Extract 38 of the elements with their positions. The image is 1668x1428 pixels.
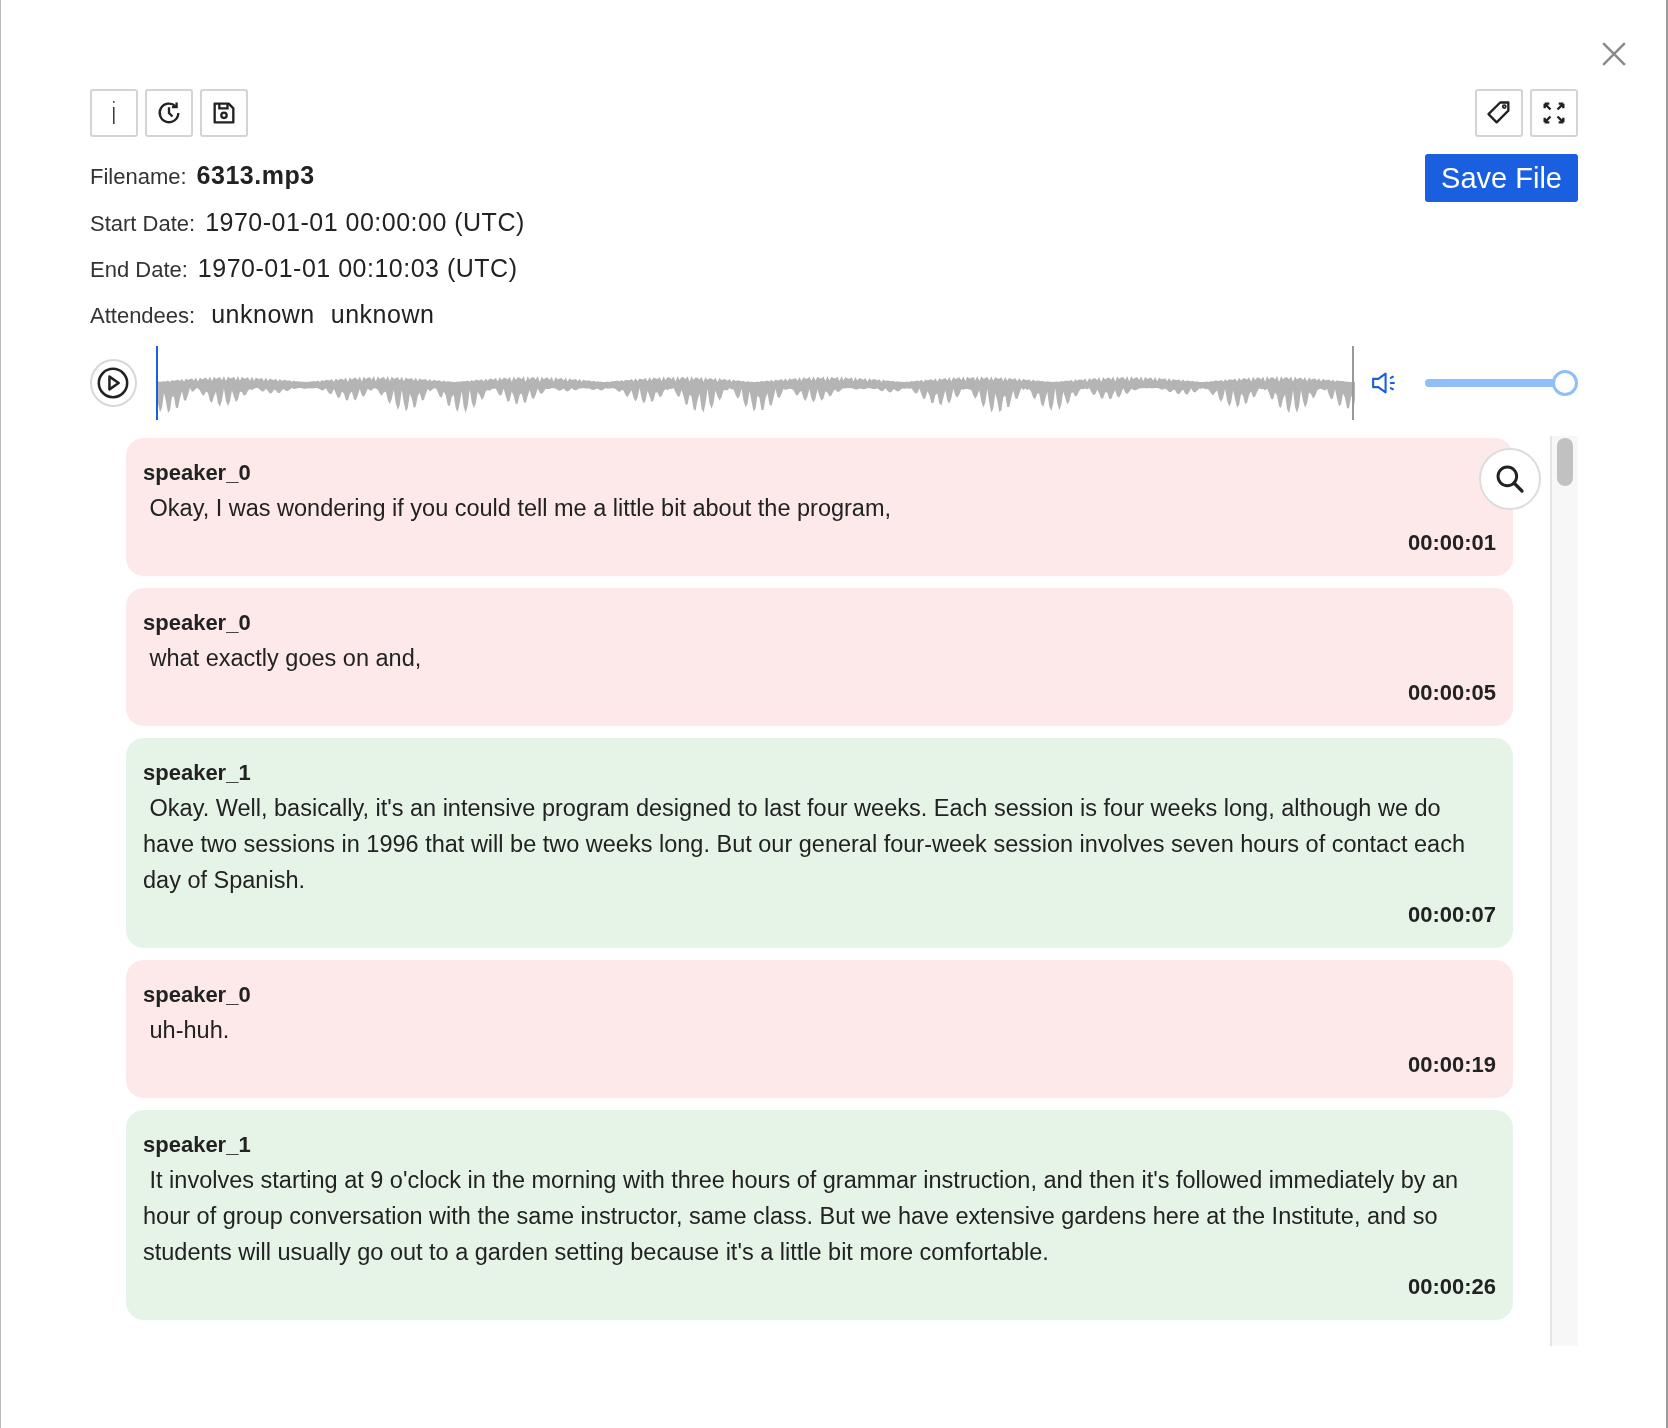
- scrollbar[interactable]: [1550, 436, 1578, 1346]
- filename-value: 6313.mp3: [196, 161, 315, 190]
- attendee-name: unknown: [330, 300, 435, 329]
- tag-icon: [1485, 99, 1513, 127]
- timestamp: 00:00:05: [1407, 680, 1496, 705]
- save-button[interactable]: [200, 89, 248, 137]
- transcript-text: Okay. Well, basically, it's an intensive program designed to last four weeks. Each session is four weeks long, although we do have two sessions in 1996 that will be two weeks long. But our general four-week session involves seven hours of contact each day of Spanish.: [143, 794, 1466, 895]
- transcript-text: Okay, I was wondering if you could tell me a little bit about the program,: [148, 494, 893, 523]
- field-label: Start Date:: [90, 211, 196, 237]
- speaker-name: speaker_1: [143, 759, 252, 787]
- timestamp: 00:00:19: [1407, 1052, 1496, 1077]
- speaker-name: speaker_0: [143, 459, 252, 487]
- attendee-name: unknown: [211, 300, 315, 329]
- speaker-name: speaker_0: [143, 609, 252, 637]
- transcript-text: what exactly goes on and,: [148, 644, 423, 673]
- field-label: Attendees:: [90, 303, 196, 329]
- timestamp: 00:00:01: [1407, 530, 1496, 555]
- volume-slider[interactable]: [1424, 370, 1578, 396]
- field-label: Filename:: [90, 164, 187, 190]
- transcript-text: It involves starting at 9 o'clock in the morning with three hours of grammar instruction, and then it's followed immediately by an hour of group conversation with the same instructor, same class. But we have extensive gardens here at the Institute, and so students will usually go out to a garden setting because it's a little bit more comfortable.: [143, 1166, 1460, 1267]
- end-date-value: 1970-01-01 00:10:03 (UTC): [197, 254, 518, 283]
- play-icon: [96, 366, 131, 400]
- field-label: End Date:: [90, 257, 188, 283]
- speaker-name: speaker_1: [143, 1131, 252, 1159]
- save-file-button[interactable]: Save File: [1425, 154, 1578, 202]
- info-button[interactable]: i: [90, 89, 138, 137]
- volume-slider-thumb[interactable]: [1552, 370, 1578, 396]
- close-icon[interactable]: [1601, 41, 1627, 67]
- timestamp: 00:00:07: [1407, 902, 1496, 927]
- play-button[interactable]: [90, 359, 137, 407]
- start-date-value: 1970-01-01 00:00:00 (UTC): [205, 208, 525, 237]
- timestamp: 00:00:26: [1407, 1274, 1496, 1299]
- tag-button[interactable]: [1475, 89, 1523, 137]
- fullscreen-button[interactable]: [1530, 89, 1578, 137]
- speaker-name: speaker_0: [143, 981, 252, 1009]
- search-icon: [1494, 463, 1526, 495]
- history-button[interactable]: [145, 89, 193, 137]
- transcript-text: uh-huh.: [148, 1016, 231, 1045]
